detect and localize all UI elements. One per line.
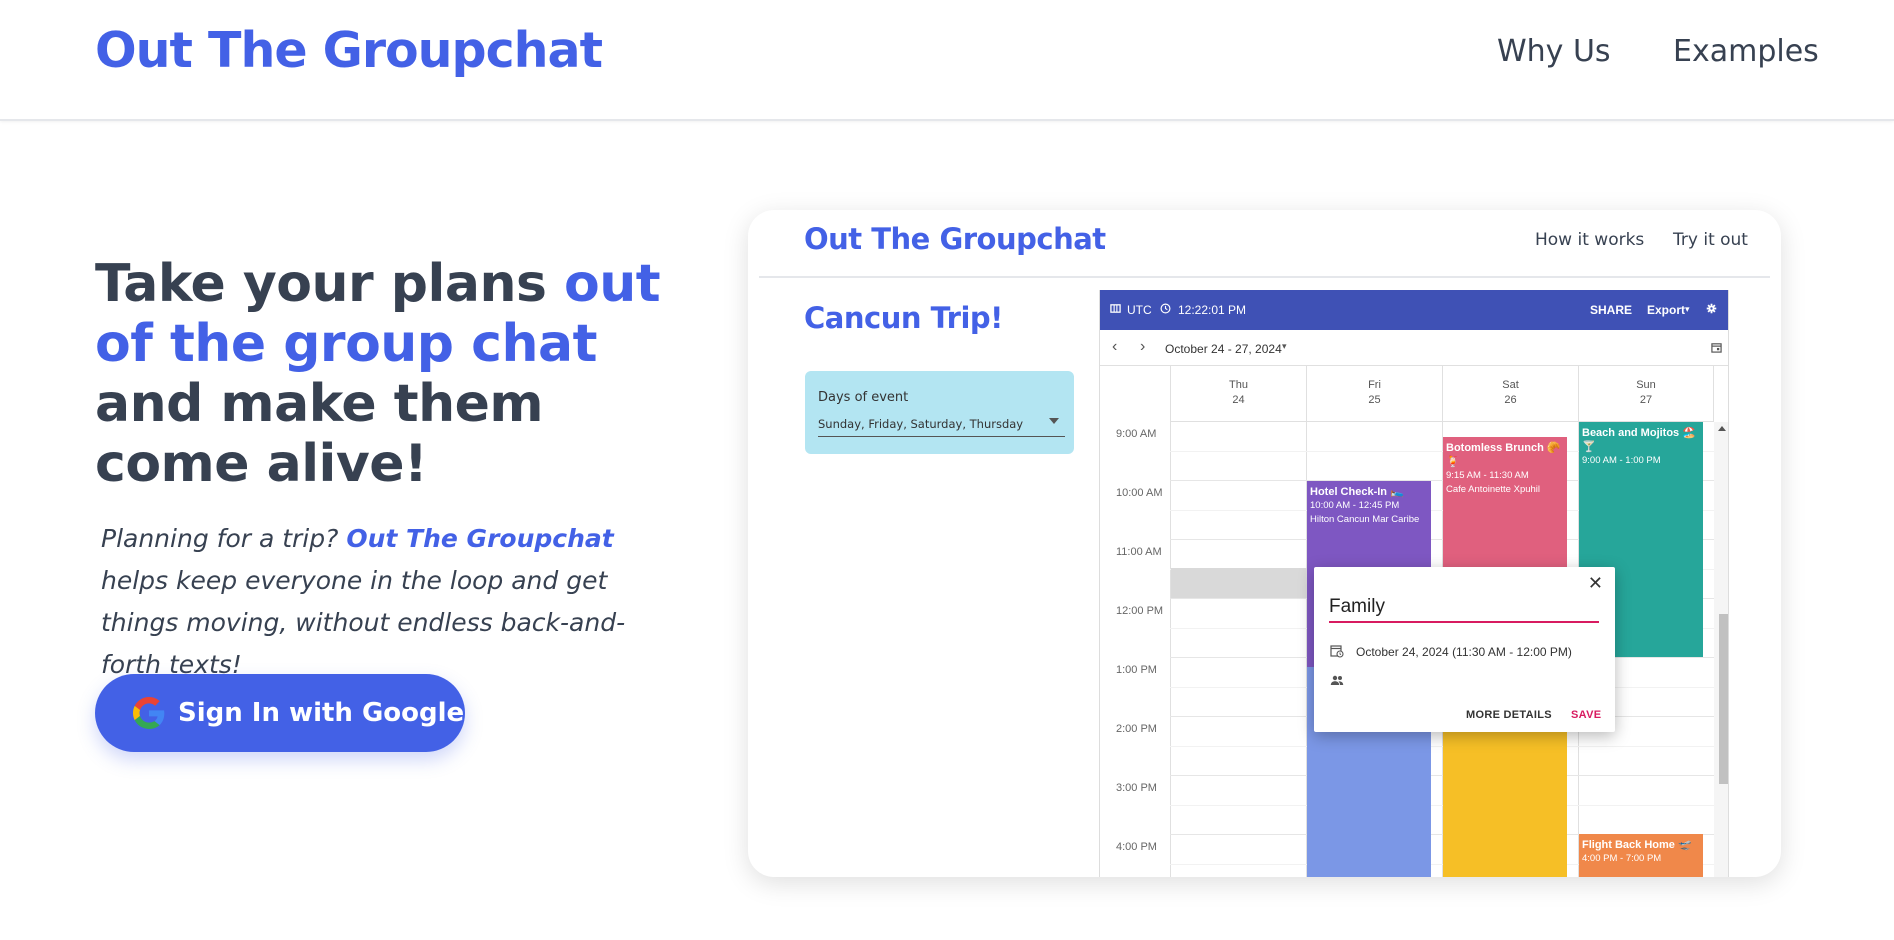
time-label: 10:00 AM: [1116, 487, 1163, 499]
selected-time-slot: [1171, 568, 1308, 598]
hero-subtitle-part: Planning for a trip?: [101, 524, 347, 553]
day-number: 26: [1504, 394, 1517, 406]
google-icon: [133, 697, 165, 729]
preview-nav-how-it-works[interactable]: How it works: [1535, 230, 1644, 250]
top-navbar: Out The Groupchat Why Us Examples: [0, 0, 1894, 121]
time-label: 12:00 PM: [1116, 605, 1164, 617]
day-header-fri: Fri 25: [1306, 366, 1442, 422]
share-button[interactable]: SHARE: [1590, 303, 1632, 317]
sign-in-google-button[interactable]: Sign In with Google: [95, 674, 465, 752]
chevron-left-icon[interactable]: ‹: [1112, 338, 1117, 356]
event-time: 4:00 PM - 7:00 PM: [1582, 853, 1662, 864]
nav-why-us[interactable]: Why Us: [1497, 34, 1611, 69]
event-quick-add-popup: ✕ October 24, 2024 (11:30 AM - 12:00 PM)…: [1314, 567, 1615, 732]
scheduler-scrollbar[interactable]: [1714, 422, 1728, 877]
event-untitled-sat[interactable]: [1443, 716, 1567, 877]
event-title: Beach and Mojitos 🏖️🍸: [1582, 427, 1696, 453]
day-name: Sat: [1502, 379, 1519, 391]
calendar-icon[interactable]: [1711, 342, 1722, 353]
hero-subtitle: Planning for a trip? Out The Groupchat h…: [101, 518, 661, 686]
day-number: 25: [1368, 394, 1381, 406]
hero-title-part: Take your plans: [95, 254, 565, 314]
day-header-sun: Sun 27: [1578, 366, 1714, 422]
preview-brand: Out The Groupchat: [804, 222, 1106, 256]
trip-title: Cancun Trip!: [804, 301, 1003, 335]
preview-nav-try-it-out[interactable]: Try it out: [1673, 230, 1748, 250]
scheduler-toolbar: UTC 12:22:01 PM SHARE Export ▾: [1100, 290, 1728, 330]
date-navigator: ‹ › October 24 - 27, 2024 ▾: [1100, 330, 1728, 366]
event-time: 9:15 AM - 11:30 AM: [1446, 470, 1529, 481]
map-icon: [1110, 304, 1121, 313]
close-icon[interactable]: ✕: [1588, 573, 1603, 594]
grid-half-line: [1170, 805, 1714, 806]
grid-hour-line: [1170, 775, 1714, 776]
grid-half-line: [1170, 746, 1714, 747]
event-flight-back-home[interactable]: Flight Back Home 🛫 4:00 PM - 7:00 PM: [1579, 834, 1703, 877]
time-label: 2:00 PM: [1116, 723, 1157, 735]
timezone-label[interactable]: UTC: [1127, 303, 1152, 317]
scroll-thumb[interactable]: [1719, 614, 1728, 784]
event-title: Botomless Brunch 🥐🍹: [1446, 442, 1561, 468]
event-place: Cafe Antoinette Xpuhil: [1446, 484, 1541, 495]
sign-in-label: Sign In with Google: [178, 698, 465, 728]
days-of-event-select[interactable]: Days of event Sunday, Friday, Saturday, …: [805, 371, 1074, 454]
chevron-right-icon[interactable]: ›: [1140, 338, 1145, 356]
grid-column-line: [1170, 422, 1171, 877]
time-label: 4:00 PM: [1116, 841, 1157, 853]
day-name: Fri: [1368, 379, 1381, 391]
days-underline: [818, 436, 1065, 437]
settings-gear-icon[interactable]: [1706, 303, 1717, 314]
time-label: 1:00 PM: [1116, 664, 1157, 676]
date-range-caret-icon: ▾: [1282, 341, 1287, 351]
scroll-up-icon[interactable]: [1718, 426, 1726, 431]
day-name: Sun: [1636, 379, 1656, 391]
nav-examples[interactable]: Examples: [1673, 34, 1819, 69]
time-label: 9:00 AM: [1116, 428, 1157, 440]
day-number: 27: [1639, 394, 1653, 406]
app-preview-card: Out The Groupchat How it works Try it ou…: [748, 210, 1781, 877]
day-header-thu: Thu 24: [1170, 366, 1306, 422]
event-time: 9:00 AM - 1:00 PM: [1582, 455, 1661, 466]
clock-icon: [1160, 303, 1171, 314]
clock-readout: 12:22:01 PM: [1178, 303, 1247, 317]
event-title: Flight Back Home 🛫: [1582, 839, 1692, 851]
event-place: Hilton Cancun Mar Caribe: [1310, 514, 1420, 525]
dropdown-caret-icon: [1049, 418, 1059, 424]
hero-title-part: and make them come alive!: [95, 374, 544, 494]
event-title: Hotel Check-In 🛌: [1310, 486, 1404, 498]
days-of-event-value: Sunday, Friday, Saturday, Thursday: [818, 417, 1024, 431]
export-caret-icon: ▾: [1685, 304, 1690, 314]
day-number: 24: [1232, 394, 1245, 406]
date-range-selector[interactable]: October 24 - 27, 2024: [1165, 342, 1282, 356]
event-title-input[interactable]: [1329, 593, 1599, 623]
hero-subtitle-part: helps keep everyone in the loop and get …: [101, 566, 626, 679]
event-time: 10:00 AM - 12:45 PM: [1310, 500, 1400, 511]
day-name: Thu: [1229, 379, 1248, 391]
save-button[interactable]: SAVE: [1571, 709, 1601, 721]
hero-subtitle-brand: Out The Groupchat: [346, 524, 614, 553]
day-header-sat: Sat 26: [1442, 366, 1578, 422]
preview-divider: [759, 276, 1770, 278]
time-label: 3:00 PM: [1116, 782, 1157, 794]
time-label: 11:00 AM: [1116, 546, 1162, 558]
brand-logo-link[interactable]: Out The Groupchat: [95, 22, 603, 79]
hero-title: Take your plans out of the group chat an…: [95, 254, 695, 494]
people-icon[interactable]: [1330, 673, 1344, 687]
more-details-button[interactable]: MORE DETAILS: [1466, 709, 1552, 721]
event-date-text: October 24, 2024 (11:30 AM - 12:00 PM): [1356, 645, 1572, 659]
export-button[interactable]: Export: [1647, 303, 1685, 317]
calendar-clock-icon: [1330, 645, 1344, 658]
days-of-event-label: Days of event: [818, 390, 909, 405]
